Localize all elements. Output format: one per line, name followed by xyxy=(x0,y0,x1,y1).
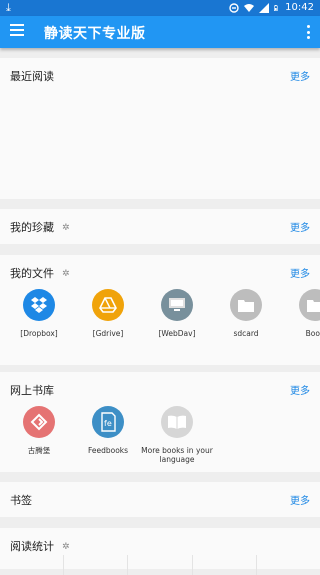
online-more-link[interactable]: 更多 xyxy=(290,382,310,397)
file-source-book[interactable]: Book xyxy=(285,289,320,338)
recent-more-link[interactable]: 更多 xyxy=(290,68,310,83)
webdav-icon xyxy=(161,289,193,321)
reading-stats-card: 阅读统计 ✲ xyxy=(0,528,320,575)
library-more-books[interactable]: More books in your language xyxy=(132,406,222,464)
gutenberg-icon xyxy=(23,406,55,438)
recent-reading-title: 最近阅读 xyxy=(10,70,54,83)
overflow-menu-icon[interactable] xyxy=(306,25,310,39)
folder-icon xyxy=(299,289,320,321)
gear-icon[interactable]: ✲ xyxy=(62,269,70,279)
reading-stats-title: 阅读统计 ✲ xyxy=(10,540,70,553)
wifi-icon xyxy=(244,3,255,12)
file-source-dropbox[interactable]: [Dropbox] xyxy=(9,289,69,338)
my-files-title: 我的文件 ✲ xyxy=(10,267,70,280)
file-source-label: [Dropbox] xyxy=(20,329,58,338)
signal-icon xyxy=(259,2,270,13)
my-files-card: 我的文件 ✲ 更多 [Dropbox] [Gdrive] [WebDav] sdc… xyxy=(0,255,320,365)
file-source-sdcard[interactable]: sdcard xyxy=(216,289,276,338)
gear-icon[interactable]: ✲ xyxy=(62,223,70,233)
file-sources-row: [Dropbox] [Gdrive] [WebDav] sdcard Book xyxy=(0,289,320,349)
svg-text:fe: fe xyxy=(104,419,112,428)
favorites-card: 我的珍藏 ✲ 更多 xyxy=(0,209,320,244)
online-library-title: 网上书库 xyxy=(10,384,54,397)
vibrate-icon xyxy=(229,2,239,13)
online-library-card: 网上书库 更多 古腾堡 fe Feedbooks More books in y… xyxy=(0,372,320,472)
app-title: 静读天下专业版 xyxy=(44,26,146,42)
favorites-more-link[interactable]: 更多 xyxy=(290,219,310,234)
book-icon xyxy=(161,406,193,438)
file-source-label: Book xyxy=(305,329,320,338)
gdrive-icon xyxy=(92,289,124,321)
feedbooks-icon: fe xyxy=(92,406,124,438)
file-source-label: sdcard xyxy=(233,329,259,338)
battery-icon xyxy=(274,4,278,11)
file-source-label: [Gdrive] xyxy=(92,329,124,338)
status-bar: ⤓ 10:42 xyxy=(0,0,320,16)
bookmarks-card: 书签 更多 xyxy=(0,482,320,517)
menu-icon[interactable] xyxy=(10,24,24,38)
status-time: 10:42 xyxy=(285,2,314,13)
files-more-link[interactable]: 更多 xyxy=(290,265,310,280)
bookmarks-title: 书签 xyxy=(10,494,32,507)
download-icon: ⤓ xyxy=(6,1,11,14)
library-label: More books in your language xyxy=(141,446,213,464)
folder-icon xyxy=(230,289,262,321)
gear-icon[interactable]: ✲ xyxy=(62,542,70,552)
file-source-webdav[interactable]: [WebDav] xyxy=(147,289,207,338)
bookmarks-more-link[interactable]: 更多 xyxy=(290,492,310,507)
app-bar: 静读天下专业版 xyxy=(0,16,320,48)
dropbox-icon xyxy=(23,289,55,321)
file-source-label: [WebDav] xyxy=(158,329,196,338)
recent-reading-card: 最近阅读 更多 xyxy=(0,58,320,199)
file-source-gdrive[interactable]: [Gdrive] xyxy=(78,289,138,338)
favorites-title: 我的珍藏 ✲ xyxy=(10,221,70,234)
stats-columns xyxy=(0,555,320,575)
